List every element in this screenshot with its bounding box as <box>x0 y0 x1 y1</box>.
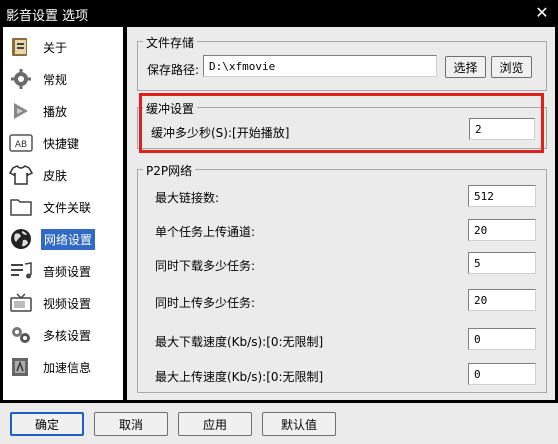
acceleration-icon <box>12 358 28 376</box>
max-download-speed-input[interactable] <box>468 328 536 350</box>
multicore-icon <box>12 327 30 343</box>
sidebar-item-label: 常规 <box>43 73 68 87</box>
apply-button[interactable]: 应用 <box>178 412 252 436</box>
upload-channels-input[interactable] <box>468 219 536 241</box>
settings-panel: 文件存储 保存路径: 选择 浏览 缓冲设置 缓冲多少秒(S):[开始播放] P2… <box>127 27 555 400</box>
tv-icon <box>10 293 32 312</box>
sidebar-item-label: 皮肤 <box>43 169 68 183</box>
sidebar: 关于 常规 播放 AB 快捷键 皮肤 文件关联 网络设置 音频设置 视频设置 多… <box>3 27 125 400</box>
max-connections-label: 最大链接数: <box>155 191 220 205</box>
sidebar-item-acceleration[interactable]: 加速信息 <box>3 351 123 383</box>
sidebar-item-label: 网络设置 <box>41 229 96 250</box>
sidebar-item-label: 音频设置 <box>43 265 92 279</box>
cancel-button[interactable]: 取消 <box>94 412 168 436</box>
sidebar-item-video[interactable]: 视频设置 <box>3 287 123 319</box>
max-download-speed-label: 最大下载速度(Kb/s):[0:无限制] <box>155 335 324 349</box>
window-title: 影音设置 选项 <box>6 9 89 24</box>
globe-icon <box>11 229 31 249</box>
sidebar-item-audio[interactable]: 音频设置 <box>3 255 123 287</box>
sidebar-item-label: 视频设置 <box>43 297 92 311</box>
sidebar-item-label: 关于 <box>43 41 68 55</box>
sidebar-item-label: 多核设置 <box>43 329 92 343</box>
sidebar-item-label: 快捷键 <box>43 137 80 151</box>
svg-text:AB: AB <box>15 140 27 150</box>
audio-icon <box>11 262 32 279</box>
buffer-seconds-label: 缓冲多少秒(S):[开始播放] <box>151 126 290 140</box>
upload-channels-label: 单个任务上传通道: <box>155 225 256 239</box>
ok-button[interactable]: 确定 <box>10 412 84 436</box>
concurrent-uploads-label: 同时上传多少任务: <box>155 296 256 310</box>
sidebar-item-file-association[interactable]: 文件关联 <box>3 191 123 223</box>
p2p-title: P2P网络 <box>143 162 196 179</box>
browse-button[interactable]: 浏览 <box>491 56 532 78</box>
play-icon <box>14 103 28 119</box>
concurrent-downloads-input[interactable] <box>468 252 536 274</box>
sidebar-item-shortcuts[interactable]: AB 快捷键 <box>3 127 123 159</box>
max-upload-speed-label: 最大上传速度(Kb/s):[0:无限制] <box>155 370 324 384</box>
sidebar-item-general[interactable]: 常规 <box>3 63 123 95</box>
max-upload-speed-input[interactable] <box>468 363 536 385</box>
buffer-title: 缓冲设置 <box>143 100 198 117</box>
sidebar-item-label: 加速信息 <box>43 361 92 375</box>
close-icon[interactable]: ✕ <box>531 3 553 23</box>
save-path-label: 保存路径: <box>147 63 200 77</box>
buffer-seconds-input[interactable] <box>469 118 535 140</box>
settings-dialog: 影音设置 选项 ✕ 关于 常规 播放 AB 快捷键 皮肤 文件关联 网络设置 音… <box>0 0 558 444</box>
max-connections-input[interactable] <box>468 185 536 207</box>
file-storage-title: 文件存储 <box>143 34 198 51</box>
title-bar: 影音设置 选项 ✕ <box>0 0 558 26</box>
concurrent-downloads-label: 同时下载多少任务: <box>155 259 256 273</box>
sidebar-item-skin[interactable]: 皮肤 <box>3 159 123 191</box>
folder-icon <box>10 199 32 216</box>
about-icon <box>12 38 27 56</box>
select-button[interactable]: 选择 <box>445 56 486 78</box>
sidebar-item-label: 文件关联 <box>43 201 92 215</box>
shirt-icon <box>9 165 33 185</box>
keyboard-icon: AB <box>9 134 33 152</box>
concurrent-uploads-input[interactable] <box>468 289 536 311</box>
save-path-input[interactable] <box>203 55 437 77</box>
sidebar-item-playback[interactable]: 播放 <box>3 95 123 127</box>
default-values-button[interactable]: 默认值 <box>262 412 336 436</box>
dialog-footer: 确定 取消 应用 默认值 <box>0 402 558 444</box>
sidebar-item-multicore[interactable]: 多核设置 <box>3 319 123 351</box>
sidebar-item-about[interactable]: 关于 <box>3 31 123 63</box>
sidebar-item-label: 播放 <box>43 105 68 119</box>
sidebar-item-network[interactable]: 网络设置 <box>3 223 123 255</box>
gear-icon <box>11 69 31 89</box>
